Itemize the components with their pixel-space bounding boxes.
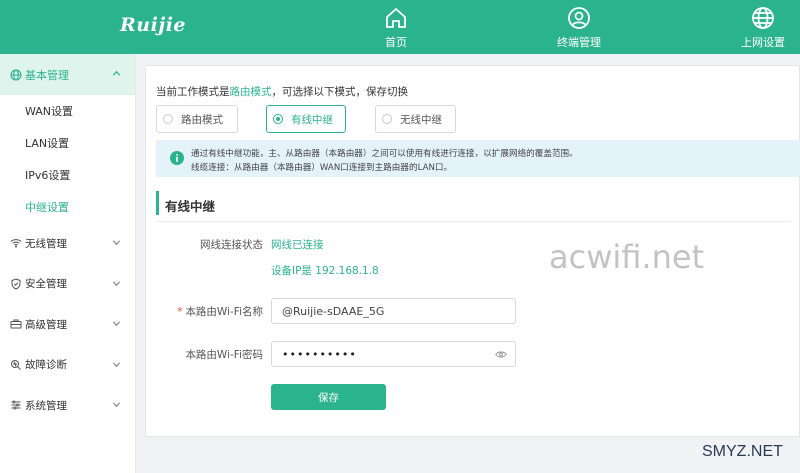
chevron-down-icon <box>112 321 121 327</box>
mode-option-label: 有线中继 <box>291 113 333 126</box>
mode-option-label: 路由模式 <box>181 113 223 126</box>
sidebar-item-label: 无线管理 <box>25 237 67 250</box>
chevron-down-icon <box>112 402 121 408</box>
section-divider <box>156 221 791 222</box>
sidebar-item-advanced[interactable]: 高级管理 <box>0 304 135 345</box>
sidebar-item-lan[interactable]: LAN设置 <box>0 127 135 159</box>
required-mark: * <box>177 306 183 318</box>
globe-icon <box>10 68 22 81</box>
nav-internet-label: 上网设置 <box>741 36 785 49</box>
wifi-pwd-input[interactable]: •••••••••• <box>271 341 516 367</box>
status-value: 网线已连接 <box>271 239 324 251</box>
sidebar-group-label: 基本管理 <box>25 68 69 82</box>
wifi-name-label: * 本路由Wi-Fi名称 <box>146 304 263 319</box>
globe-icon <box>752 7 774 29</box>
chevron-down-icon <box>112 361 121 367</box>
info-icon <box>170 151 184 165</box>
section-title: 有线中继 <box>165 199 216 214</box>
radio-icon <box>163 114 173 124</box>
radio-selected-icon <box>273 114 283 124</box>
top-bar: Ruijie 首页 终端管理 上网设置 <box>0 0 800 54</box>
chevron-down-icon <box>112 240 121 246</box>
diagnose-icon <box>11 359 21 370</box>
sidebar-item-security[interactable]: 安全管理 <box>0 264 135 305</box>
info-text-line1: 通过有线中继功能，主、从路由器（本路由器）之间可以使用有线进行连接，以扩展网络的… <box>191 149 578 159</box>
sliders-icon <box>11 400 21 410</box>
mode-option-wireless-relay[interactable]: 无线中继 <box>375 105 456 133</box>
chevron-up-icon <box>112 70 121 76</box>
sidebar-item-label: 高级管理 <box>25 318 67 331</box>
section-accent-bar <box>156 191 159 215</box>
mode-prefix: 当前工作模式是 <box>156 86 230 98</box>
wifi-pwd-label: 本路由Wi-Fi密码 <box>185 349 263 361</box>
wifi-pwd-value: •••••••••• <box>282 347 357 361</box>
nav-terminal-label: 终端管理 <box>557 36 601 49</box>
eye-icon[interactable] <box>495 350 507 359</box>
sidebar-item-ipv6[interactable]: IPv6设置 <box>0 159 135 191</box>
mode-option-router[interactable]: 路由模式 <box>156 105 238 133</box>
nav-home-label: 首页 <box>385 36 407 49</box>
shield-icon <box>11 278 21 290</box>
nav-terminal[interactable]: 终端管理 <box>534 6 624 50</box>
radio-icon <box>382 114 392 124</box>
wifi-name-label-text: 本路由Wi-Fi名称 <box>185 306 263 318</box>
info-text-line2: 线缆连接：从路由器（本路由器）WAN口连接到主路由器的LAN口。 <box>191 163 453 173</box>
mode-suffix: ，可选择以下模式，保存切换 <box>271 86 409 98</box>
sidebar-item-system[interactable]: 系统管理 <box>0 385 135 426</box>
sidebar-item-label: 故障诊断 <box>25 359 67 372</box>
home-icon <box>386 8 406 28</box>
sidebar: 基本管理 WAN设置 LAN设置 IPv6设置 中继设置 无线管理 安全管理 高… <box>0 54 136 473</box>
nav-internet[interactable]: 上网设置 <box>718 6 800 50</box>
mode-option-label: 无线中继 <box>400 113 442 126</box>
current-mode-value: 路由模式 <box>229 86 272 98</box>
sidebar-item-label: 安全管理 <box>25 278 67 291</box>
nav-home[interactable]: 首页 <box>351 6 441 50</box>
sidebar-item-relay[interactable]: 中继设置 <box>0 191 135 223</box>
sidebar-group-basic[interactable]: 基本管理 <box>0 54 135 95</box>
sidebar-item-wan[interactable]: WAN设置 <box>0 95 135 127</box>
brand-logo: Ruijie <box>120 14 187 36</box>
status-label: 网线连接状态 <box>200 239 263 251</box>
watermark-smyz: SMYZ.NET <box>702 443 783 460</box>
sidebar-item-wireless[interactable]: 无线管理 <box>0 223 135 264</box>
current-mode-text: 当前工作模式是路由模式，可选择以下模式，保存切换 <box>156 84 408 99</box>
save-button[interactable]: 保存 <box>271 384 386 410</box>
sidebar-item-diagnose[interactable]: 故障诊断 <box>0 345 135 386</box>
device-ip-text: 设备IP是 192.168.1.8 <box>271 265 379 277</box>
watermark-acwifi: acwifi.net <box>549 238 705 276</box>
sidebar-item-label: 系统管理 <box>25 399 67 412</box>
info-banner: 通过有线中继功能，主、从路由器（本路由器）之间可以使用有线进行连接，以扩展网络的… <box>156 140 800 177</box>
chevron-down-icon <box>112 280 121 286</box>
user-icon <box>568 7 590 29</box>
wifi-icon <box>10 239 22 248</box>
mode-option-wired-relay[interactable]: 有线中继 <box>266 105 346 133</box>
wifi-name-input[interactable]: @Ruijie-sDAAE_5G <box>271 298 516 324</box>
toolbox-icon <box>10 319 22 329</box>
